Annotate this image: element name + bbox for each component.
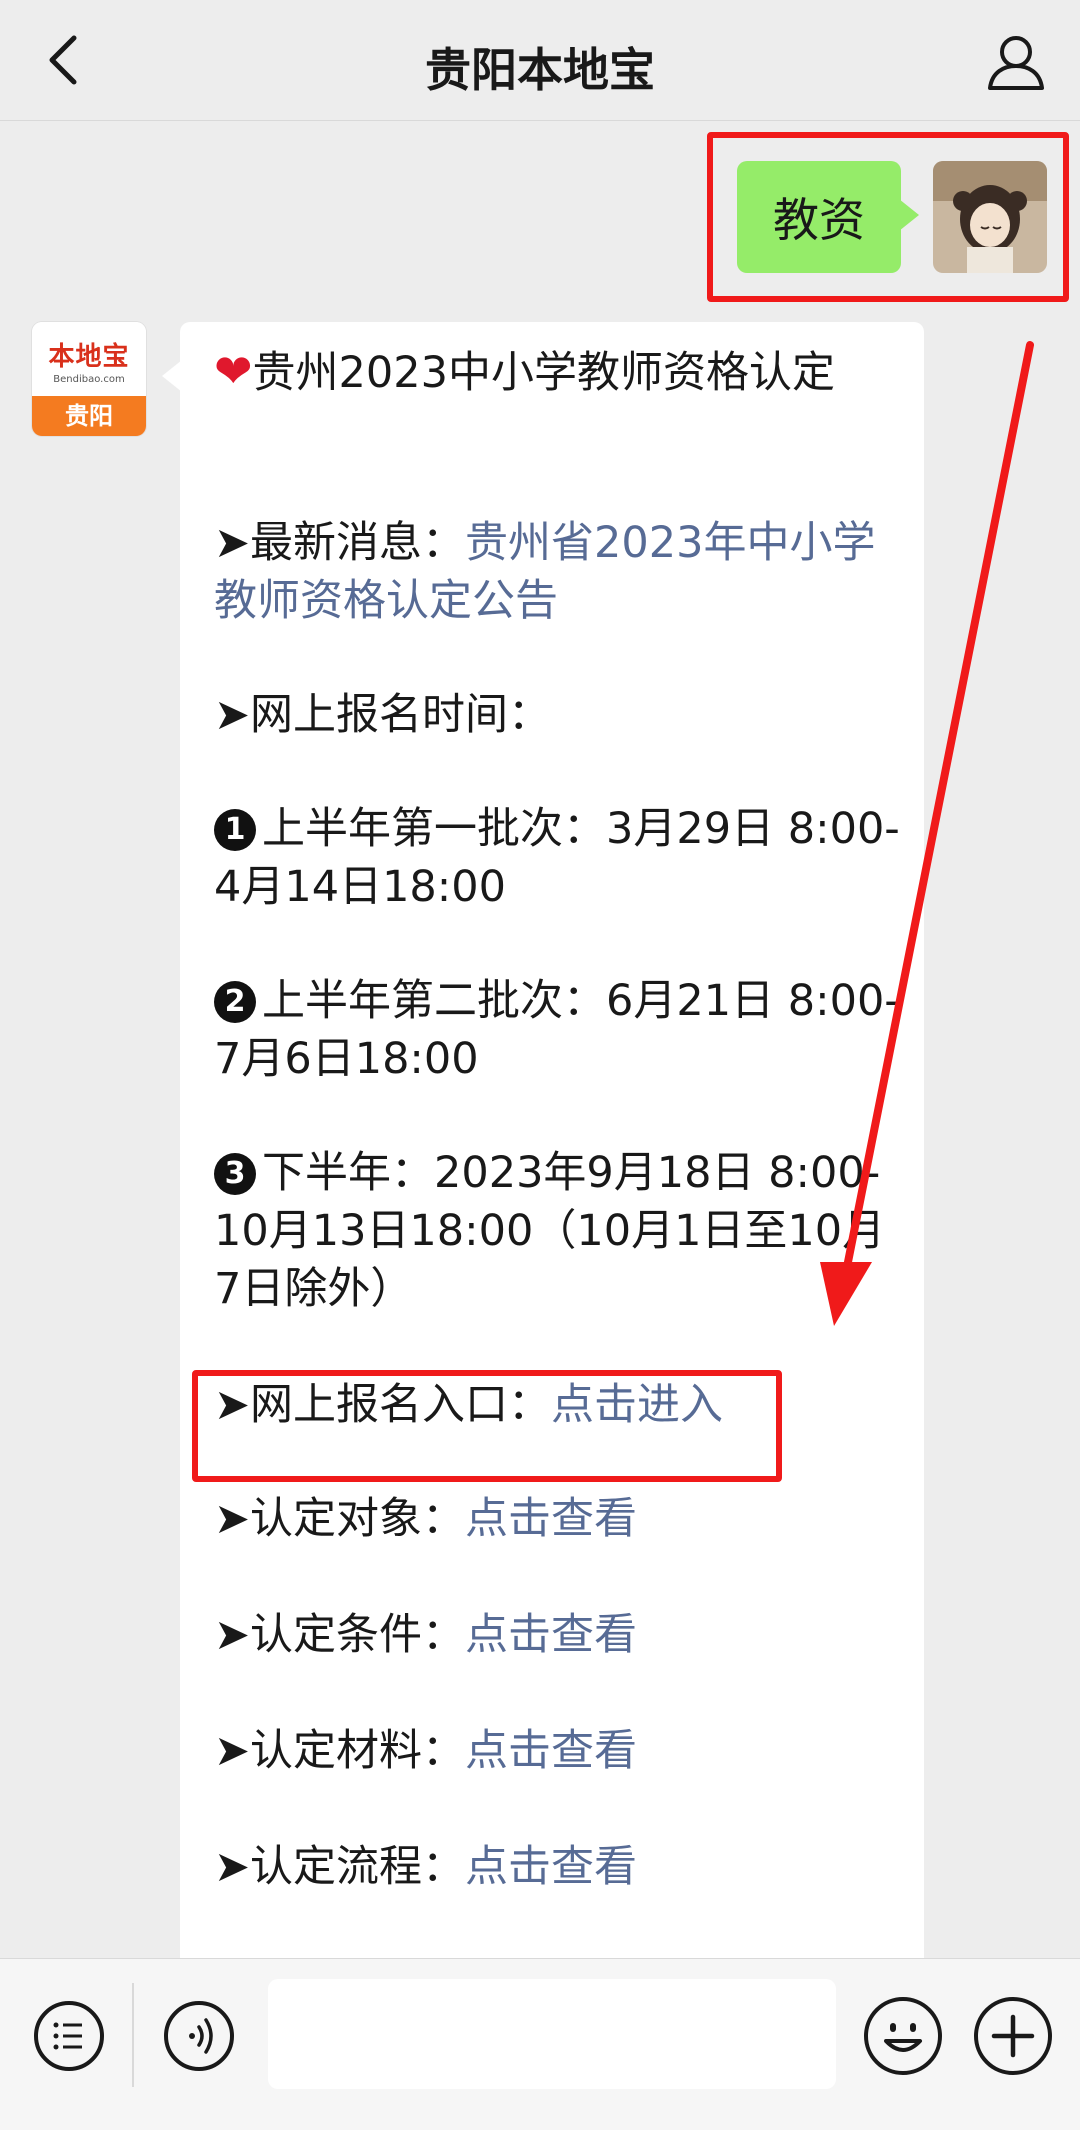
bot-avatar[interactable]: 本地宝 Bendibao.com 贵阳	[32, 322, 146, 436]
msg-materials: ➤认定材料：点击查看	[214, 1726, 638, 1776]
plus-icon	[991, 2014, 1035, 2058]
received-message-bubble: ❤贵州2023中小学教师资格认定 ➤最新消息：贵州省2023年中小学教师资格认定…	[162, 322, 924, 1972]
my-avatar[interactable]	[933, 161, 1047, 273]
conditions-link[interactable]: 点击查看	[465, 1610, 637, 1660]
number-2-icon: 2	[214, 981, 256, 1023]
profile-button[interactable]	[984, 30, 1048, 94]
bot-logo-text: 本地宝	[48, 342, 130, 372]
number-3-icon: 3	[214, 1153, 256, 1195]
voice-button[interactable]	[164, 2001, 234, 2071]
bar-divider	[132, 1983, 134, 2087]
sent-message-text: 教资	[773, 193, 865, 247]
menu-icon	[53, 2022, 82, 2050]
number-1-icon: 1	[214, 809, 256, 851]
msg-heading: ❤贵州2023中小学教师资格认定	[214, 344, 835, 398]
user-icon	[988, 36, 1044, 90]
sent-message-bubble[interactable]: 教资	[737, 161, 919, 273]
avatar-image	[933, 161, 1047, 273]
top-nav-bar: 贵阳本地宝	[0, 0, 1080, 121]
msg-batch2: 2 上半年第二批次：6月21日 8:00-7月6日18:00	[214, 976, 900, 1084]
msg-target: ➤认定对象：点击查看	[214, 1494, 638, 1544]
more-button[interactable]	[974, 1997, 1052, 2075]
page-title: 贵阳本地宝	[425, 43, 655, 97]
materials-link[interactable]: 点击查看	[465, 1726, 637, 1776]
msg-time-label: ➤网上报名时间：	[214, 690, 552, 740]
menu-button[interactable]	[34, 2001, 104, 2071]
bot-logo-top: 本地宝 Bendibao.com	[32, 322, 146, 396]
message-input[interactable]	[268, 1979, 836, 2089]
input-bar	[0, 1958, 1080, 2130]
bot-logo-city: 贵阳	[32, 396, 146, 436]
voice-icon	[189, 2018, 213, 2054]
msg-latest: ➤最新消息：贵州省2023年中小学教师资格认定公告	[214, 518, 876, 626]
msg-conditions: ➤认定条件：点击查看	[214, 1610, 638, 1660]
msg-process: ➤认定流程：点击查看	[214, 1842, 638, 1892]
entry-highlight-box	[192, 1370, 782, 1482]
msg-batch3: 3 下半年：2023年9月18日 8:00-10月13日18:00（10月1日至1…	[214, 1148, 886, 1314]
bot-logo-sub: Bendibao.com	[53, 374, 125, 385]
emoji-icon	[884, 2023, 922, 2052]
emoji-button[interactable]	[864, 1997, 942, 2075]
target-link[interactable]: 点击查看	[465, 1494, 637, 1544]
msg-batch1: 1 上半年第一批次：3月29日 8:00-4月14日18:00	[214, 804, 900, 912]
process-link[interactable]: 点击查看	[465, 1842, 637, 1892]
heart-icon: ❤	[214, 344, 253, 398]
